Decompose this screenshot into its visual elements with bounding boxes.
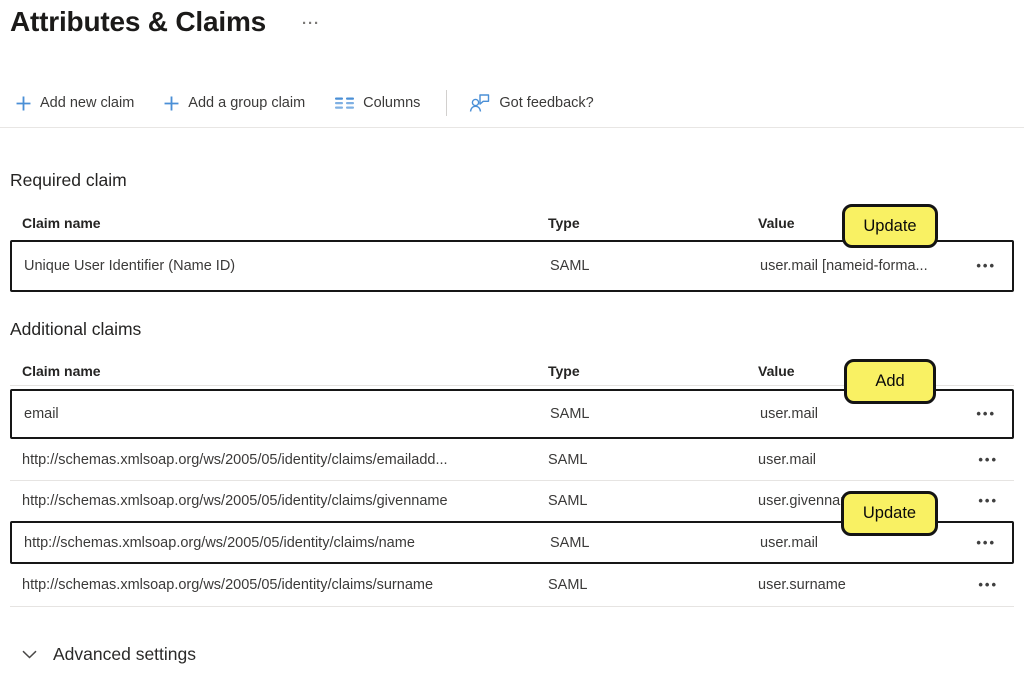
column-header-claim-name: Claim name (10, 363, 548, 379)
chevron-down-icon (22, 650, 37, 659)
claim-name-cell: Unique User Identifier (Name ID) (12, 258, 550, 274)
claim-type-cell: SAML (550, 258, 760, 274)
page-title: Attributes & Claims (10, 6, 266, 38)
add-group-claim-button[interactable]: Add a group claim (162, 91, 307, 115)
claim-value-cell: user.mail (760, 406, 954, 422)
row-more-menu-icon[interactable]: ••• (978, 452, 998, 467)
feedback-icon (469, 93, 490, 113)
plus-icon (164, 96, 179, 111)
row-more-menu-icon[interactable]: ••• (976, 535, 996, 550)
required-claim-heading: Required claim (10, 170, 127, 191)
claim-value-cell: user.mail (758, 452, 956, 468)
column-header-type: Type (548, 215, 758, 231)
add-group-claim-label: Add a group claim (188, 95, 305, 111)
row-more-menu-icon[interactable]: ••• (978, 577, 998, 592)
got-feedback-button[interactable]: Got feedback? (467, 89, 595, 117)
claim-type-cell: SAML (548, 493, 758, 509)
claim-name-cell: email (12, 406, 550, 422)
claim-type-cell: SAML (550, 406, 760, 422)
annotation-update-name-claim: Update (841, 491, 938, 536)
claim-name-cell: http://schemas.xmlsoap.org/ws/2005/05/id… (10, 577, 548, 593)
advanced-settings-label: Advanced settings (53, 644, 196, 665)
advanced-settings-toggle[interactable]: Advanced settings (22, 644, 196, 665)
claim-row-emailaddress[interactable]: http://schemas.xmlsoap.org/ws/2005/05/id… (10, 439, 1014, 481)
claim-type-cell: SAML (550, 535, 760, 551)
columns-icon (335, 96, 354, 110)
toolbar-separator (0, 127, 1024, 128)
claim-value-cell: user.surname (758, 577, 956, 593)
claim-name-cell: http://schemas.xmlsoap.org/ws/2005/05/id… (12, 535, 550, 551)
column-header-claim-name: Claim name (10, 215, 548, 231)
claim-type-cell: SAML (548, 452, 758, 468)
row-more-menu-icon[interactable]: ••• (976, 406, 996, 421)
add-new-claim-label: Add new claim (40, 95, 134, 111)
columns-button[interactable]: Columns (333, 91, 422, 115)
claim-value-cell: user.mail [nameid-forma... (760, 258, 954, 274)
page-header: Attributes & Claims ··· (10, 6, 320, 38)
command-bar: Add new claim Add a group claim Columns (14, 86, 596, 120)
column-header-type: Type (548, 363, 758, 379)
plus-icon (16, 96, 31, 111)
claim-row-surname[interactable]: http://schemas.xmlsoap.org/ws/2005/05/id… (10, 564, 1014, 607)
claim-value-cell: user.mail (760, 535, 954, 551)
columns-label: Columns (363, 95, 420, 111)
additional-claims-heading: Additional claims (10, 319, 141, 340)
got-feedback-label: Got feedback? (499, 95, 593, 111)
row-more-menu-icon[interactable]: ••• (978, 493, 998, 508)
annotation-update-required-claim: Update (842, 204, 938, 248)
claim-type-cell: SAML (548, 577, 758, 593)
claim-name-cell: http://schemas.xmlsoap.org/ws/2005/05/id… (10, 452, 548, 468)
page-more-menu-icon[interactable]: ··· (302, 14, 320, 31)
toolbar-divider (446, 90, 447, 116)
row-more-menu-icon[interactable]: ••• (976, 258, 996, 273)
annotation-add-email-claim: Add (844, 359, 936, 404)
add-new-claim-button[interactable]: Add new claim (14, 91, 136, 115)
claim-name-cell: http://schemas.xmlsoap.org/ws/2005/05/id… (10, 493, 548, 509)
